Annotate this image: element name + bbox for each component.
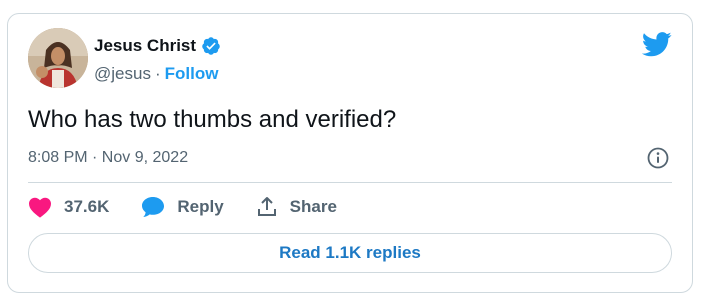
separator-dot: · xyxy=(154,64,161,83)
author-name[interactable]: Jesus Christ xyxy=(94,36,196,56)
divider xyxy=(28,182,672,183)
speech-bubble-icon xyxy=(142,197,165,217)
avatar[interactable] xyxy=(28,28,88,88)
read-replies-button[interactable]: Read 1.1K replies xyxy=(28,233,672,273)
share-label: Share xyxy=(289,197,337,216)
tweet-card: Jesus Christ @jesus · Follow Who has two t… xyxy=(7,13,693,293)
avatar-image xyxy=(28,28,88,88)
author-handle[interactable]: @jesus xyxy=(94,64,151,83)
reply-label: Reply xyxy=(177,197,224,216)
action-bar: 37.6K Reply Share xyxy=(28,196,369,218)
tweet-text: Who has two thumbs and verified? xyxy=(28,106,397,133)
author-handle-row: @jesus · Follow xyxy=(94,64,218,84)
follow-link[interactable]: Follow xyxy=(165,64,219,83)
verified-badge-icon xyxy=(201,36,221,56)
like-button[interactable]: 37.6K xyxy=(28,196,109,218)
upload-share-icon xyxy=(257,197,276,216)
like-count: 37.6K xyxy=(64,197,110,216)
heart-icon xyxy=(29,197,51,218)
twitter-bird-icon[interactable] xyxy=(641,32,672,57)
reply-button[interactable]: Reply xyxy=(141,196,224,218)
info-icon[interactable] xyxy=(646,146,670,170)
share-button[interactable]: Share xyxy=(256,196,337,218)
author-name-row: Jesus Christ xyxy=(94,36,221,56)
tweet-timestamp[interactable]: 8:08 PM · Nov 9, 2022 xyxy=(28,149,188,167)
